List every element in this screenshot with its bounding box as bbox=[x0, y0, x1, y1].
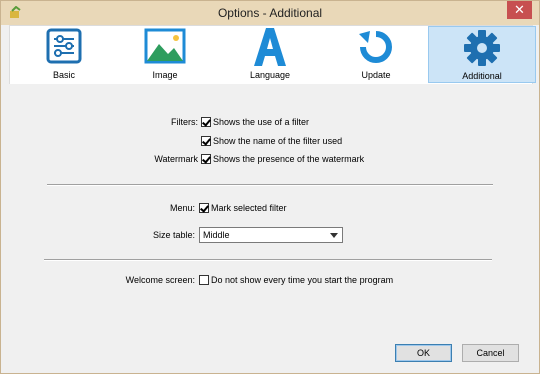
watermark-checkbox[interactable] bbox=[201, 154, 211, 164]
close-button[interactable]: ✕ bbox=[507, 1, 532, 19]
image-icon bbox=[111, 28, 219, 64]
size-table-value: Middle bbox=[203, 230, 230, 240]
window-title: Options - Additional bbox=[217, 6, 323, 20]
size-table-label: Size table: bbox=[152, 230, 195, 240]
filters-label: Filters: bbox=[171, 117, 198, 127]
sliders-icon bbox=[10, 28, 118, 64]
size-table-dropdown[interactable]: Middle bbox=[199, 227, 343, 243]
tab-label: Additional bbox=[462, 71, 502, 81]
welcome-checkbox[interactable] bbox=[199, 275, 209, 285]
close-icon: ✕ bbox=[514, 2, 525, 17]
watermark-option-label: Shows the presence of the watermark bbox=[213, 154, 365, 164]
mark-selected-label: Mark selected filter bbox=[211, 203, 287, 213]
filter-use-checkbox[interactable] bbox=[201, 117, 211, 127]
menu-label: Menu: bbox=[169, 203, 195, 213]
tab-additional[interactable]: Additional bbox=[428, 26, 536, 83]
filter-name-checkbox[interactable] bbox=[201, 136, 211, 146]
letter-a-icon bbox=[216, 28, 324, 66]
refresh-icon bbox=[322, 28, 430, 66]
tab-basic[interactable]: Basic bbox=[10, 26, 118, 83]
tab-update[interactable]: Update bbox=[322, 26, 430, 83]
cancel-button[interactable]: Cancel bbox=[462, 344, 519, 362]
separator bbox=[47, 184, 493, 186]
mark-selected-checkbox[interactable] bbox=[199, 203, 209, 213]
watermark-label: Watermark bbox=[154, 154, 198, 164]
welcome-label: Welcome screen: bbox=[125, 275, 195, 285]
gear-icon bbox=[429, 29, 535, 67]
tab-image[interactable]: Image bbox=[111, 26, 219, 83]
tab-label: Basic bbox=[52, 70, 75, 80]
ok-button[interactable]: OK bbox=[395, 344, 452, 362]
options-window: Options - Additional ✕ Basic Image Langu… bbox=[0, 0, 540, 374]
tab-label: Update bbox=[361, 70, 391, 80]
filter-name-label: Show the name of the filter used bbox=[213, 136, 343, 146]
tab-label: Image bbox=[152, 70, 178, 80]
chevron-down-icon bbox=[330, 233, 338, 238]
tab-language[interactable]: Language bbox=[216, 26, 324, 83]
category-toolbar: Basic Image Language Update Additional bbox=[9, 25, 536, 84]
title-bar: Options - Additional ✕ bbox=[1, 1, 539, 25]
welcome-option-label: Do not show every time you start the pro… bbox=[211, 275, 394, 285]
tab-label: Language bbox=[249, 70, 291, 80]
separator bbox=[44, 259, 492, 261]
filter-use-label: Shows the use of a filter bbox=[213, 117, 310, 127]
